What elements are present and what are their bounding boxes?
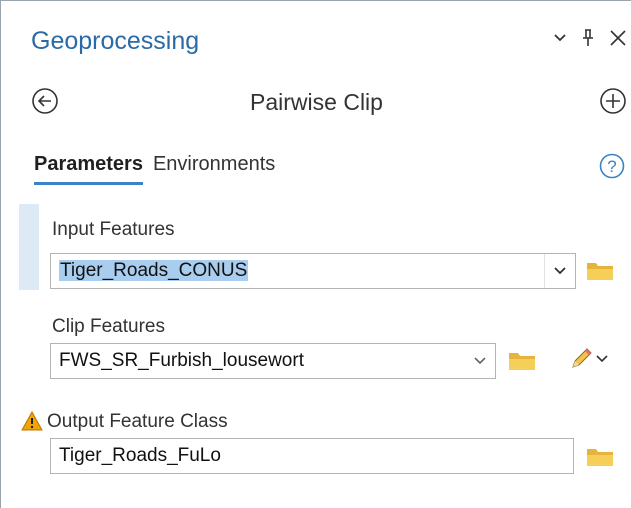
geoprocessing-pane: Geoprocessing Pairwise Clip Parameters E… (0, 0, 631, 508)
input-features-value: Tiger_Roads_CONUS (59, 260, 249, 281)
chevron-down-icon (596, 355, 608, 363)
tab-bar: Parameters Environments (34, 153, 275, 185)
folder-icon (587, 263, 613, 280)
input-features-browse-button[interactable] (586, 258, 614, 287)
close-icon[interactable] (609, 29, 627, 47)
pencil-icon (572, 348, 592, 368)
pane-title-tools (553, 29, 627, 47)
output-feature-class-label: Output Feature Class (47, 411, 228, 432)
clip-features-browse-button[interactable] (508, 348, 536, 377)
clip-features-dropdown[interactable] (465, 344, 495, 378)
edit-features-button[interactable] (568, 346, 608, 372)
chevron-down-icon (474, 357, 486, 365)
pin-icon[interactable] (581, 29, 595, 47)
help-icon[interactable]: ? (599, 153, 625, 184)
clip-features-field[interactable]: FWS_SR_Furbish_lousewort (50, 343, 496, 379)
output-feature-class-value: Tiger_Roads_FuLo (59, 445, 221, 466)
pane-title: Geoprocessing (31, 27, 200, 55)
folder-icon (509, 353, 535, 370)
tool-title: Pairwise Clip (250, 89, 383, 115)
output-feature-class-field[interactable]: Tiger_Roads_FuLo (50, 438, 574, 474)
tab-environments[interactable]: Environments (153, 153, 275, 185)
clip-features-value: FWS_SR_Furbish_lousewort (59, 350, 304, 371)
input-features-value-wrap: Tiger_Roads_CONUS (51, 260, 544, 282)
clip-features-label: Clip Features (52, 316, 165, 337)
warning-icon (21, 410, 43, 436)
folder-icon (587, 449, 613, 466)
add-icon[interactable] (599, 87, 627, 120)
input-features-field[interactable]: Tiger_Roads_CONUS (50, 253, 576, 289)
input-features-label: Input Features (52, 219, 175, 240)
active-parameter-marker (19, 204, 39, 290)
chevron-down-icon[interactable] (553, 33, 567, 43)
chevron-down-icon (554, 267, 566, 275)
input-features-dropdown[interactable] (544, 254, 575, 288)
tab-parameters[interactable]: Parameters (34, 153, 143, 185)
svg-text:?: ? (607, 157, 616, 176)
output-feature-class-browse-button[interactable] (586, 444, 614, 473)
